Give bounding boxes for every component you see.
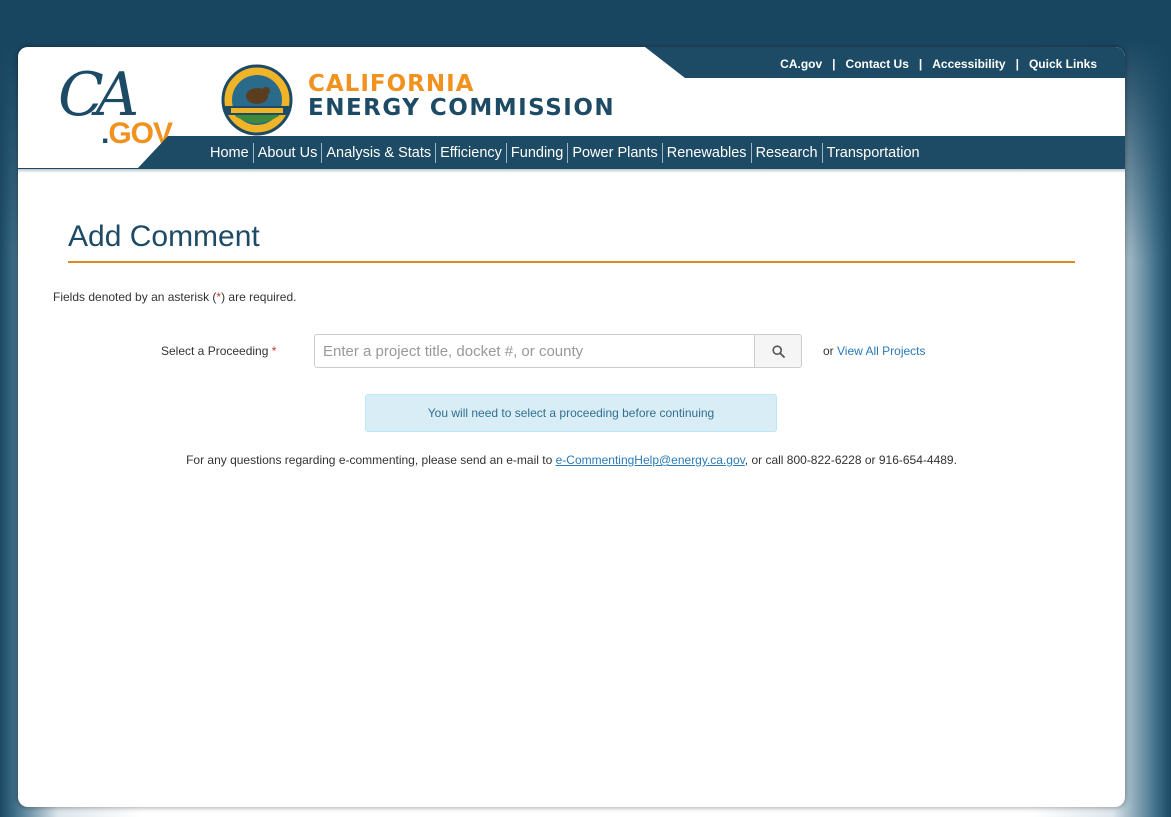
nav-funding[interactable]: Funding bbox=[505, 142, 567, 163]
proceeding-search-input[interactable] bbox=[314, 334, 755, 368]
utility-link-contact-us[interactable]: Contact Us bbox=[846, 57, 909, 71]
main-nav-bar: Home About Us Analysis & Stats Efficienc… bbox=[18, 136, 1125, 169]
page-title: Add Comment bbox=[68, 220, 260, 253]
main-nav: Home About Us Analysis & Stats Efficienc… bbox=[206, 136, 924, 169]
search-icon bbox=[771, 344, 785, 358]
help-email-link[interactable]: e-CommentingHelp@energy.ca.gov bbox=[556, 453, 745, 467]
agency-title[interactable]: CALIFORNIA ENERGY COMMISSION bbox=[308, 73, 615, 120]
ca-logo-script: CA bbox=[58, 60, 139, 130]
select-proceeding-alert: You will need to select a proceeding bef… bbox=[365, 394, 777, 432]
nav-about-us[interactable]: About Us bbox=[252, 142, 322, 163]
nav-efficiency[interactable]: Efficiency bbox=[435, 142, 506, 163]
utility-link-quick-links[interactable]: Quick Links bbox=[1029, 57, 1097, 71]
nav-home[interactable]: Home bbox=[206, 143, 253, 163]
nav-power-plants[interactable]: Power Plants bbox=[567, 142, 661, 163]
view-all-projects-link[interactable]: View All Projects bbox=[837, 344, 925, 358]
nav-transportation[interactable]: Transportation bbox=[821, 142, 924, 163]
agency-title-line1: CALIFORNIA bbox=[308, 71, 475, 97]
proceeding-label: Select a Proceeding * bbox=[161, 344, 277, 358]
view-all-projects-text: or View All Projects bbox=[823, 344, 926, 358]
help-text: For any questions regarding e-commenting… bbox=[186, 453, 957, 467]
energy-commission-seal-icon bbox=[221, 64, 293, 136]
nav-research[interactable]: Research bbox=[750, 142, 822, 163]
page-container: CA.gov | Contact Us | Accessibility | Qu… bbox=[18, 47, 1125, 807]
utility-links: CA.gov | Contact Us | Accessibility | Qu… bbox=[780, 57, 1097, 71]
required-asterisk: * bbox=[271, 344, 277, 358]
utility-link-accessibility[interactable]: Accessibility bbox=[932, 57, 1005, 71]
agency-title-line2: ENERGY COMMISSION bbox=[308, 95, 616, 121]
utility-link-ca-gov[interactable]: CA.gov bbox=[780, 57, 822, 71]
nav-renewables[interactable]: Renewables bbox=[661, 142, 751, 163]
title-divider bbox=[68, 261, 1075, 263]
nav-analysis-stats[interactable]: Analysis & Stats bbox=[321, 142, 435, 163]
search-button[interactable] bbox=[754, 334, 802, 368]
required-fields-note: Fields denoted by an asterisk (*) are re… bbox=[53, 290, 297, 304]
site-header: CA.gov | Contact Us | Accessibility | Qu… bbox=[18, 47, 1125, 169]
